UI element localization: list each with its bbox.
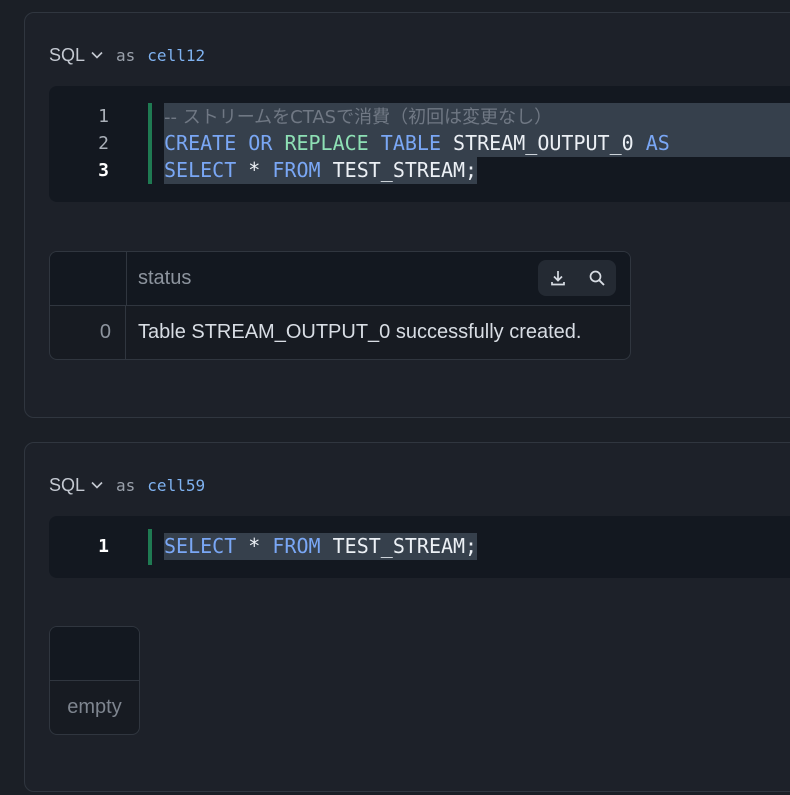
sql-keyword: SELECT: [164, 534, 237, 558]
index-header: [50, 252, 127, 305]
result-table: status 0 Table STREAM_OUTPUT_0 successfu…: [49, 251, 631, 360]
row-index: 0: [50, 306, 126, 359]
sql-star: *: [248, 158, 261, 182]
status-cell: Table STREAM_OUTPUT_0 successfully creat…: [138, 321, 582, 343]
sql-keyword: OR: [248, 131, 273, 155]
code-line: CREATE OR REPLACE TABLE STREAM_OUTPUT_0 …: [164, 130, 670, 157]
line-number-active: 3: [98, 160, 109, 181]
sql-identifier: STREAM_OUTPUT_0: [453, 131, 634, 155]
language-label: SQL: [49, 474, 86, 495]
sql-keyword: CREATE: [164, 131, 237, 155]
sql-keyword: AS: [645, 131, 670, 155]
sql-keyword: FROM: [272, 158, 321, 182]
as-label: as: [116, 475, 136, 495]
line-number-active: 1: [98, 536, 109, 557]
active-line-marker: [148, 529, 152, 565]
code-content[interactable]: -- ストリームをCTASで消費（初回は変更なし） CREATE OR REPL…: [164, 86, 790, 202]
column-header-status[interactable]: status: [138, 252, 191, 305]
code-editor[interactable]: 1 2 3 -- ストリームをCTASで消費（初回は変更なし） CREATE O…: [49, 86, 790, 202]
language-select[interactable]: SQL: [49, 45, 116, 66]
notebook-page: SQL as cell12 1 2 3 -- ストリームをCTASで消費（初回は…: [0, 0, 790, 795]
cell-name[interactable]: cell59: [147, 476, 205, 495]
code-content[interactable]: SELECT * FROM TEST_STREAM;: [164, 516, 790, 578]
sql-comment: -- ストリームをCTASで消費（初回は変更なし）: [164, 107, 553, 128]
table-row: 0 Table STREAM_OUTPUT_0 successfully cre…: [50, 306, 630, 359]
code-line: SELECT * FROM TEST_STREAM;: [164, 157, 478, 184]
code-line: -- ストリームをCTASで消費（初回は変更なし）: [164, 103, 552, 130]
table-tools: [538, 260, 616, 296]
result-table-empty: empty: [49, 626, 140, 735]
line-number: 2: [98, 133, 109, 154]
table-header: [50, 627, 139, 681]
sql-keyword: FROM: [272, 534, 321, 558]
cell-header: SQL as cell59: [49, 473, 205, 497]
code-line: SELECT * FROM TEST_STREAM;: [164, 533, 478, 560]
active-line-marker: [148, 103, 152, 184]
chevron-down-icon: [90, 48, 104, 62]
language-select[interactable]: SQL: [49, 475, 116, 496]
language-label: SQL: [49, 44, 86, 65]
search-icon[interactable]: [584, 265, 610, 291]
sql-cell[interactable]: SQL as cell59 1 SELECT * FROM TEST_STREA…: [24, 442, 790, 792]
cell-name[interactable]: cell12: [147, 46, 205, 65]
chevron-down-icon: [90, 478, 104, 492]
empty-placeholder: empty: [67, 696, 122, 718]
code-editor[interactable]: 1 SELECT * FROM TEST_STREAM;: [49, 516, 790, 578]
sql-identifier: TEST_STREAM;: [332, 158, 478, 182]
sql-cell[interactable]: SQL as cell12 1 2 3 -- ストリームをCTASで消費（初回は…: [24, 12, 790, 418]
as-label: as: [116, 45, 136, 65]
sql-identifier: TEST_STREAM;: [332, 534, 478, 558]
cell-header: SQL as cell12: [49, 43, 205, 67]
sql-keyword: SELECT: [164, 158, 237, 182]
sql-keyword: REPLACE: [284, 131, 369, 155]
table-header: status: [50, 252, 630, 306]
line-number: 1: [98, 106, 109, 127]
download-icon[interactable]: [545, 265, 571, 291]
sql-keyword: TABLE: [380, 131, 441, 155]
sql-star: *: [248, 534, 261, 558]
